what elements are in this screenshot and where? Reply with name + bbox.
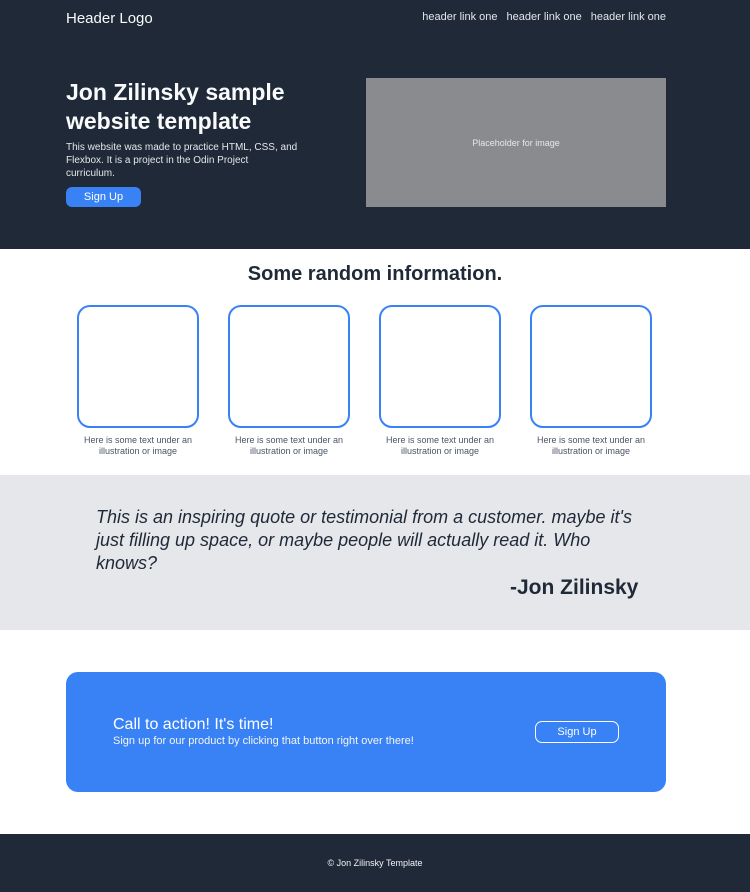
hero-image-placeholder: Placeholder for image (366, 78, 666, 207)
header-link-1[interactable]: header link one (422, 11, 497, 23)
cta-title: Call to action! It's time! (113, 716, 274, 733)
info-card: Here is some text under an illustration … (228, 305, 350, 457)
header-link-3[interactable]: header link one (591, 11, 666, 23)
card-image-frame (530, 305, 652, 428)
footer-text: © Jon Zilinsky Template (327, 858, 423, 868)
card-image-frame (77, 305, 199, 428)
card-image-frame (379, 305, 501, 428)
info-section: Some random information. Here is some te… (0, 249, 750, 475)
hero-title: Jon Zilinsky sample website template (66, 79, 285, 134)
card-image-frame (228, 305, 350, 428)
card-caption: Here is some text under an illustration … (234, 435, 344, 456)
cta-box: Call to action! It's time! Sign up for o… (66, 672, 666, 792)
hero-section: Header Logo header link one header link … (0, 0, 750, 249)
card-caption: Here is some text under an illustration … (385, 435, 495, 456)
info-cards: Here is some text under an illustration … (77, 305, 652, 457)
card-caption: Here is some text under an illustration … (536, 435, 646, 456)
hero-text: Jon Zilinsky sample website template Thi… (66, 78, 306, 207)
header-logo[interactable]: Header Logo (66, 10, 153, 27)
info-card: Here is some text under an illustration … (530, 305, 652, 457)
hero-signup-button[interactable]: Sign Up (66, 187, 141, 207)
quote-text: This is an inspiring quote or testimonia… (96, 507, 632, 573)
hero-image-label: Placeholder for image (472, 137, 560, 148)
cta-section: Call to action! It's time! Sign up for o… (0, 630, 750, 834)
quote-section: This is an inspiring quote or testimonia… (0, 475, 750, 630)
card-caption: Here is some text under an illustration … (83, 435, 193, 456)
hero-description: This website was made to practice HTML, … (66, 142, 298, 179)
info-card: Here is some text under an illustration … (379, 305, 501, 457)
cta-signup-button[interactable]: Sign Up (535, 721, 619, 743)
footer: © Jon Zilinsky Template (0, 834, 750, 892)
info-title: Some random information. (247, 263, 503, 285)
info-card: Here is some text under an illustration … (77, 305, 199, 457)
header-link-2[interactable]: header link one (507, 11, 582, 23)
cta-subtitle: Sign up for our product by clicking that… (113, 735, 414, 747)
header-nav: header link one header link one header l… (422, 11, 666, 23)
quote-author: -Jon Zilinsky (510, 576, 639, 599)
